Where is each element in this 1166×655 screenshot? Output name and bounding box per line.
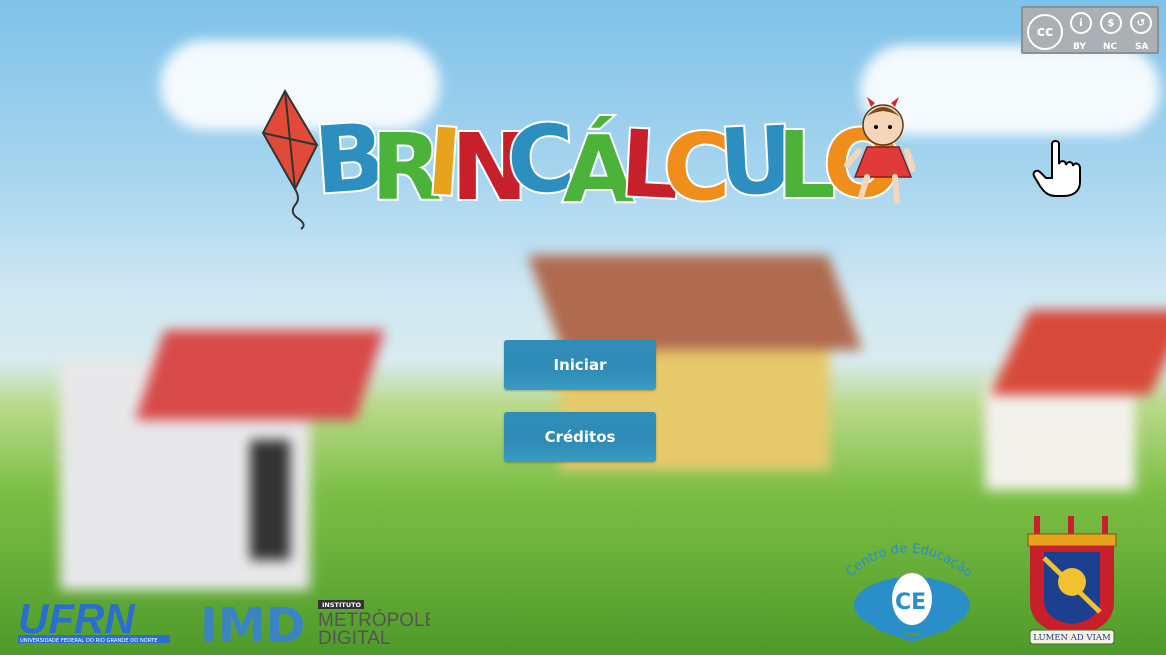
cc-icon: cc — [1027, 14, 1063, 50]
by-icon: i — [1070, 12, 1092, 34]
imd-line2: DIGITAL — [318, 628, 391, 646]
license-by: BY — [1073, 42, 1086, 52]
house-right-roof — [990, 310, 1166, 395]
house-left-roof — [135, 330, 385, 420]
license-sa: SA — [1135, 42, 1149, 52]
coat-of-arms-motto: LUMEN AD VIAM — [1033, 633, 1111, 643]
torch-icon — [1034, 516, 1108, 534]
sa-icon: ↺ — [1130, 12, 1152, 34]
ce-letters: CE — [895, 590, 926, 615]
license-nc: NC — [1103, 42, 1118, 52]
imd-logo: IMD INSTITUTO METRÓPOLE DIGITAL — [200, 598, 430, 646]
nc-icon: $ — [1100, 12, 1122, 34]
house-right — [985, 380, 1135, 490]
pointer-hand-icon — [1032, 140, 1081, 197]
imd-logo-text: IMD — [200, 598, 305, 646]
ufrn-logo: UFRN UNIVERSIDADE FEDERAL DO RIO GRANDE … — [18, 597, 170, 644]
title-letters: B R I N C Á L C U L O — [309, 101, 907, 225]
credits-button[interactable]: Créditos — [504, 412, 656, 462]
kite-icon — [261, 88, 319, 230]
cc-license-icon: cc i $ ↺ BY NC SA — [1021, 6, 1159, 54]
house-left-door — [250, 440, 290, 560]
ce-logo: Centro de Educação CE — [843, 541, 975, 642]
start-button[interactable]: Iniciar — [504, 340, 656, 390]
house-center-roof — [527, 255, 863, 350]
ufrn-subtitle: UNIVERSIDADE FEDERAL DO RIO GRANDE DO NO… — [20, 638, 158, 644]
game-logo: B R I N C Á L C U L O — [261, 88, 915, 230]
imd-badge: INSTITUTO — [322, 601, 362, 609]
coat-of-arms-logo: LUMEN AD VIAM — [1027, 516, 1117, 645]
